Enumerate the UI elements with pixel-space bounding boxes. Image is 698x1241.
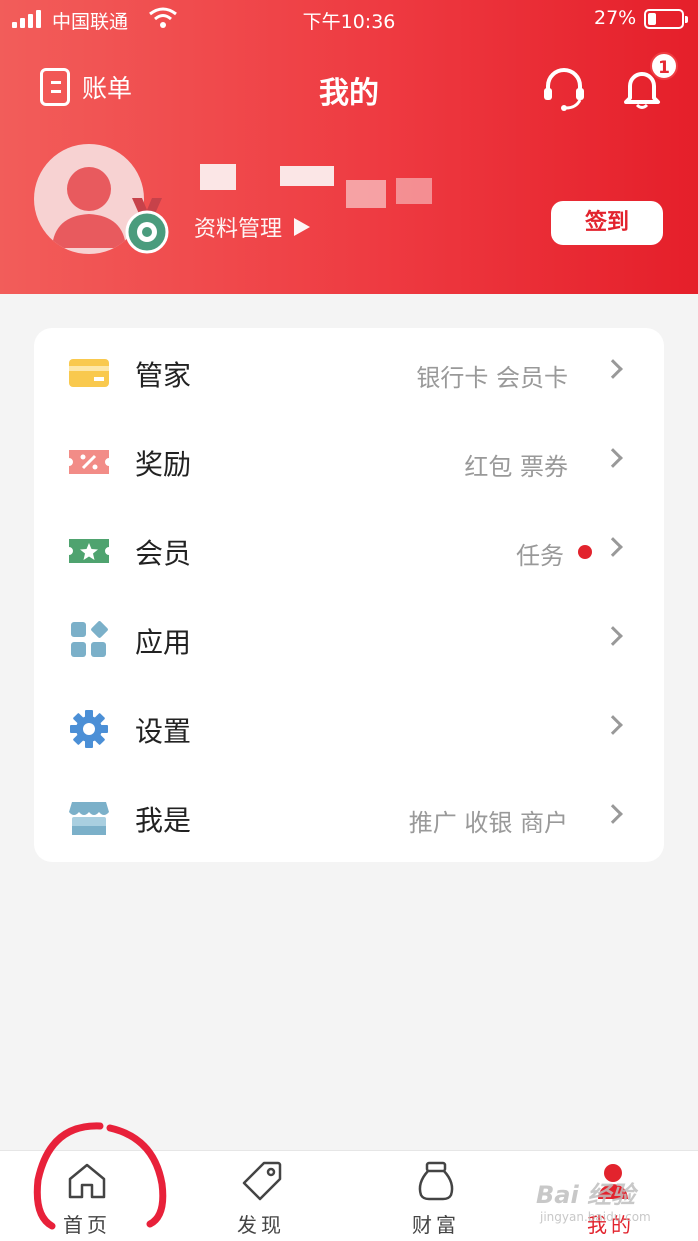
profile-manage-link[interactable]: 资料管理	[194, 211, 311, 243]
menu-item-rewards[interactable]: 奖励 红包 票券	[34, 417, 664, 506]
customer-service-icon[interactable]	[540, 66, 588, 116]
battery-icon	[644, 9, 688, 29]
chevron-right-icon	[603, 537, 623, 557]
checkin-button[interactable]: 签到	[551, 201, 663, 245]
menu-item-label: 奖励	[135, 448, 192, 481]
member-ticket-icon	[68, 531, 110, 571]
chevron-right-icon	[603, 359, 623, 379]
page-title: 我的	[319, 76, 379, 111]
menu-item-label: 应用	[135, 626, 192, 659]
chevron-right-icon	[603, 804, 623, 824]
menu-item-label: 设置	[135, 715, 192, 748]
chevron-right-icon	[603, 715, 623, 735]
chevron-right-icon	[603, 448, 623, 468]
tab-label: 发现	[237, 1213, 285, 1237]
home-icon	[66, 1161, 108, 1205]
tab-label: 财富	[412, 1213, 460, 1237]
menu-item-settings[interactable]: 设置	[34, 684, 664, 773]
menu-item-apps[interactable]: 应用	[34, 595, 664, 684]
menu-item-i-am[interactable]: 我是 推广 收银 商户	[34, 773, 664, 862]
notification-badge: 1	[650, 52, 678, 80]
menu-item-sub: 红包 票券	[464, 453, 568, 481]
gear-icon	[68, 709, 110, 749]
tab-discover[interactable]: 发现	[174, 1151, 348, 1241]
tab-label: 首页	[63, 1213, 111, 1237]
username-redacted	[196, 150, 466, 214]
watermark-url: jingyan.baidu.com	[540, 1210, 651, 1224]
medal-icon	[124, 196, 170, 258]
menu-item-label: 我是	[135, 804, 192, 837]
menu-item-member[interactable]: 会员 任务	[34, 506, 664, 595]
profile-subtitle: 资料管理	[194, 217, 283, 242]
coupon-icon	[68, 442, 110, 482]
status-bar: 中国联通 下午10:36 27%	[0, 0, 698, 40]
menu-item-label: 会员	[135, 537, 192, 570]
menu-item-butler[interactable]: 管家 银行卡 会员卡	[34, 328, 664, 417]
tab-wealth[interactable]: 财富	[349, 1151, 523, 1241]
battery-percent: 27%	[594, 7, 637, 29]
menu-item-label: 管家	[135, 359, 192, 392]
red-dot-indicator	[578, 545, 592, 559]
tag-icon	[240, 1159, 284, 1207]
chevron-right-icon	[603, 626, 623, 646]
menu-card: 管家 银行卡 会员卡 奖励 红包 票券 会员 任务 应用 设置 我是 推广 收银…	[34, 328, 664, 862]
menu-item-sub: 银行卡 会员卡	[416, 364, 568, 392]
watermark: Bai 经验	[536, 1181, 636, 1209]
apps-grid-icon	[68, 620, 110, 660]
tab-home[interactable]: 首页	[0, 1151, 174, 1241]
menu-item-sub: 推广 收银 商户	[408, 809, 568, 837]
caret-right-icon	[294, 218, 311, 236]
menu-item-sub: 任务	[516, 542, 564, 570]
money-bag-icon	[415, 1159, 457, 1207]
store-icon	[68, 798, 110, 838]
card-icon	[68, 353, 110, 393]
